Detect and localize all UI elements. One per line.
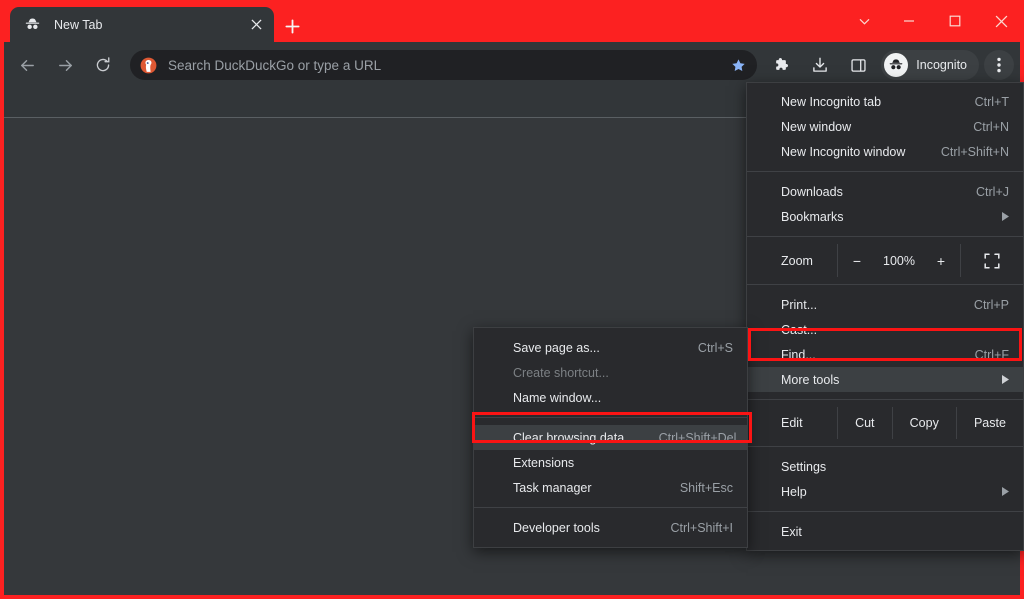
tab-title: New Tab — [54, 18, 246, 32]
menu-item-bookmarks[interactable]: Bookmarks — [747, 204, 1023, 229]
menu-item-label: Extensions — [513, 456, 733, 470]
menu-item-label: New Incognito tab — [781, 95, 951, 109]
menu-item-label: New Incognito window — [781, 145, 917, 159]
incognito-avatar-icon — [884, 53, 908, 77]
download-icon[interactable] — [805, 50, 835, 80]
menu-item-more-tools[interactable]: More tools — [747, 367, 1023, 392]
menu-item-label: Create shortcut... — [513, 366, 733, 380]
menu-item-label: Downloads — [781, 185, 952, 199]
menu-separator — [747, 284, 1023, 285]
menu-item-new-incognito-window[interactable]: New Incognito window Ctrl+Shift+N — [747, 139, 1023, 164]
window-frame-bottom — [0, 595, 1024, 599]
chrome-main-menu: New Incognito tab Ctrl+T New window Ctrl… — [746, 82, 1024, 551]
menu-item-new-incognito-tab[interactable]: New Incognito tab Ctrl+T — [747, 89, 1023, 114]
menu-item-developer-tools[interactable]: Developer tools Ctrl+Shift+I — [474, 515, 747, 540]
close-icon[interactable] — [246, 15, 266, 35]
zoom-controls: − 100% + — [837, 244, 961, 277]
menu-item-shortcut: Ctrl+P — [974, 298, 1009, 312]
tab-new-tab[interactable]: New Tab — [10, 7, 274, 42]
three-dot-menu-icon[interactable] — [984, 50, 1014, 80]
menu-separator — [747, 446, 1023, 447]
edit-copy-button[interactable]: Copy — [892, 407, 956, 439]
more-tools-submenu: Save page as... Ctrl+S Create shortcut..… — [473, 327, 748, 548]
bookmark-star-icon[interactable] — [725, 52, 751, 78]
menu-item-shortcut: Ctrl+S — [698, 341, 733, 355]
menu-item-shortcut: Ctrl+F — [975, 348, 1009, 362]
menu-item-create-shortcut: Create shortcut... — [474, 360, 747, 385]
menu-item-label: Save page as... — [513, 341, 674, 355]
menu-item-shortcut: Ctrl+T — [975, 95, 1009, 109]
menu-item-cast[interactable]: Cast... — [747, 317, 1023, 342]
menu-item-help[interactable]: Help — [747, 479, 1023, 504]
menu-row-zoom: Zoom − 100% + — [747, 244, 1023, 277]
new-tab-button[interactable] — [279, 13, 305, 39]
menu-item-label: Help — [781, 485, 983, 499]
edit-label: Edit — [747, 416, 837, 430]
maximize-icon[interactable] — [932, 0, 978, 42]
zoom-in-button[interactable]: + — [926, 253, 956, 269]
menu-row-edit: Edit Cut Copy Paste — [747, 407, 1023, 439]
edit-cut-button[interactable]: Cut — [837, 407, 892, 439]
menu-separator — [747, 399, 1023, 400]
menu-item-find[interactable]: Find... Ctrl+F — [747, 342, 1023, 367]
menu-item-label: More tools — [781, 373, 983, 387]
side-panel-icon[interactable] — [843, 50, 873, 80]
omnibox-placeholder: Search DuckDuckGo or type a URL — [168, 58, 725, 73]
menu-item-clear-browsing-data[interactable]: Clear browsing data... Ctrl+Shift+Del — [474, 425, 747, 450]
menu-item-settings[interactable]: Settings — [747, 454, 1023, 479]
zoom-level-value: 100% — [872, 254, 926, 268]
menu-item-name-window[interactable]: Name window... — [474, 385, 747, 410]
close-icon[interactable] — [978, 0, 1024, 42]
menu-item-label: Task manager — [513, 481, 656, 495]
omnibox[interactable]: Search DuckDuckGo or type a URL — [130, 50, 757, 80]
edit-paste-button[interactable]: Paste — [956, 407, 1023, 439]
menu-item-save-page-as[interactable]: Save page as... Ctrl+S — [474, 335, 747, 360]
menu-separator — [747, 171, 1023, 172]
reload-icon[interactable] — [88, 50, 118, 80]
menu-item-shortcut: Ctrl+Shift+Del — [659, 431, 737, 445]
puzzle-piece-icon[interactable] — [767, 50, 797, 80]
incognito-icon — [24, 16, 41, 33]
menu-item-shortcut: Shift+Esc — [680, 481, 733, 495]
menu-item-label: Clear browsing data... — [513, 431, 635, 445]
menu-item-extensions[interactable]: Extensions — [474, 450, 747, 475]
profile-label: Incognito — [916, 58, 967, 72]
chevron-right-icon — [1001, 212, 1009, 221]
menu-separator — [474, 417, 747, 418]
menu-item-new-window[interactable]: New window Ctrl+N — [747, 114, 1023, 139]
menu-item-label: Name window... — [513, 391, 733, 405]
browser-window: New Tab — [0, 0, 1024, 599]
menu-item-print[interactable]: Print... Ctrl+P — [747, 292, 1023, 317]
menu-item-label: Cast... — [781, 323, 1009, 337]
menu-separator — [474, 507, 747, 508]
menu-item-shortcut: Ctrl+Shift+N — [941, 145, 1009, 159]
menu-item-label: New window — [781, 120, 949, 134]
menu-item-task-manager[interactable]: Task manager Shift+Esc — [474, 475, 747, 500]
menu-separator — [747, 511, 1023, 512]
tab-search-icon[interactable] — [842, 0, 886, 42]
menu-item-downloads[interactable]: Downloads Ctrl+J — [747, 179, 1023, 204]
menu-item-label: Bookmarks — [781, 210, 983, 224]
menu-separator — [747, 236, 1023, 237]
zoom-out-button[interactable]: − — [842, 253, 872, 269]
menu-item-label: Settings — [781, 460, 1009, 474]
menu-item-shortcut: Ctrl+Shift+I — [670, 521, 733, 535]
menu-item-label: Exit — [781, 525, 1009, 539]
menu-item-label: Find... — [781, 348, 951, 362]
zoom-label: Zoom — [747, 254, 837, 268]
duckduckgo-icon — [140, 57, 157, 74]
back-arrow-icon[interactable] — [12, 50, 42, 80]
menu-item-label: Developer tools — [513, 521, 646, 535]
menu-item-shortcut: Ctrl+N — [973, 120, 1009, 134]
fullscreen-icon[interactable] — [961, 244, 1023, 277]
minimize-icon[interactable] — [886, 0, 932, 42]
forward-arrow-icon[interactable] — [50, 50, 80, 80]
menu-item-exit[interactable]: Exit — [747, 519, 1023, 544]
chevron-right-icon — [1001, 375, 1009, 384]
menu-item-shortcut: Ctrl+J — [976, 185, 1009, 199]
profile-incognito-button[interactable]: Incognito — [881, 50, 979, 80]
chevron-right-icon — [1001, 487, 1009, 496]
menu-item-label: Print... — [781, 298, 950, 312]
window-controls — [842, 0, 1024, 42]
